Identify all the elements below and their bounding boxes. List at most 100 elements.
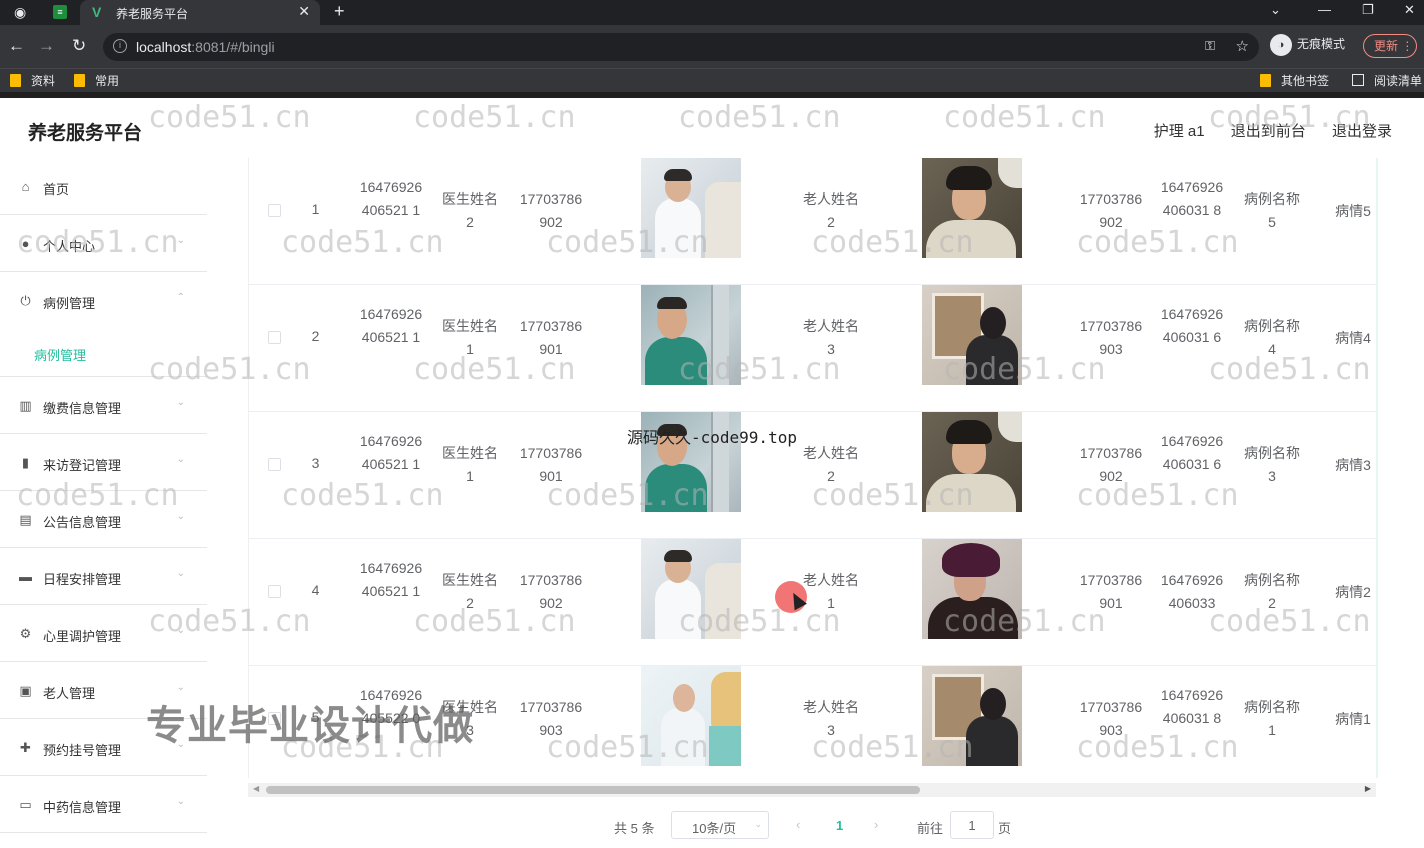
row-checkbox[interactable]: [268, 458, 281, 471]
row-index: 3: [311, 455, 320, 471]
globe-icon[interactable]: ◉: [14, 4, 30, 20]
document-icon: ▣: [19, 683, 32, 698]
reload-icon[interactable]: ↻: [72, 36, 86, 56]
elder-name: 老人姓名 1: [803, 572, 859, 611]
card-icon: ▭: [19, 797, 32, 812]
sidebar-item-payment[interactable]: ▥ 缴费信息管理 ⌄: [0, 377, 207, 434]
chevron-down-icon: ⌄: [176, 568, 185, 579]
header-links: 护理 a1 退出到前台 退出登录: [1132, 120, 1392, 141]
sidebar-item-schedule[interactable]: ▬ 日程安排管理 ⌄: [0, 548, 207, 605]
elder-photo[interactable]: [922, 412, 1022, 512]
restore-icon[interactable]: ❐: [1362, 2, 1374, 18]
table-row: 2 16476926406521 1 医生姓名 1 17703786901 老人…: [249, 285, 1376, 412]
elder-photo[interactable]: [922, 666, 1022, 766]
case-code: 16476926406033: [1160, 572, 1224, 611]
update-button[interactable]: 更新 ⋮: [1363, 34, 1417, 58]
elder-name: 老人姓名 2: [803, 191, 859, 230]
sidebar-item-label: 首页: [43, 182, 70, 197]
row-checkbox[interactable]: [268, 204, 281, 217]
chevron-down-icon: ⌄: [176, 397, 185, 408]
sidebar-item-home[interactable]: ⌂ 首页: [0, 158, 207, 215]
key-icon[interactable]: ⚿: [1205, 38, 1215, 54]
sidebar-item-cases[interactable]: ⏻ 病例管理 ⌃: [0, 272, 207, 329]
incognito-indicator[interactable]: ◑ 无痕模式: [1270, 34, 1345, 56]
condition: 病情5: [1335, 203, 1371, 219]
reading-list[interactable]: 阅读清单: [1352, 72, 1422, 89]
new-tab-icon[interactable]: +: [334, 1, 345, 22]
next-page-icon[interactable]: ›: [874, 817, 878, 832]
condition: 病情1: [1335, 711, 1371, 727]
goto-page-input[interactable]: 1: [950, 811, 994, 839]
doctor-name: 医生姓名 2: [442, 572, 498, 611]
forward-icon[interactable]: →: [38, 36, 55, 56]
goto-label: 前往: [917, 821, 944, 836]
vue-logo-icon: V: [92, 4, 102, 20]
sidebar-item-label: 老人管理: [43, 686, 96, 701]
page-number[interactable]: 1: [836, 818, 843, 833]
browser-tab[interactable]: V 养老服务平台 ✕: [80, 0, 320, 25]
scrollbar-thumb[interactable]: [266, 786, 920, 794]
tab-search-icon[interactable]: ⌄: [1270, 2, 1281, 18]
doctor-photo[interactable]: [641, 539, 741, 639]
table-row: 3 16476926406521 1 医生姓名 1 17703786901 老人…: [249, 412, 1376, 539]
case-name: 病例名称 3: [1244, 445, 1300, 484]
sidebar-item-label: 日程安排管理: [43, 572, 122, 587]
elder-name: 老人姓名 2: [803, 445, 859, 484]
case-name: 病例名称 1: [1244, 699, 1300, 738]
sidebar-item-notices[interactable]: ▤ 公告信息管理 ⌄: [0, 491, 207, 548]
tab-title: 养老服务平台: [116, 7, 189, 21]
to-front-link[interactable]: 退出到前台: [1231, 123, 1306, 140]
doctor-name: 医生姓名 1: [442, 445, 498, 484]
doctor-photo[interactable]: [641, 285, 741, 385]
page-size-select[interactable]: 10条/页 ⌄: [671, 811, 769, 839]
sidebar-item-medicine[interactable]: ▭ 中药信息管理 ⌄: [0, 776, 207, 833]
doctor-photo[interactable]: [641, 666, 741, 766]
incognito-icon: ◑: [1270, 34, 1292, 56]
elder-photo[interactable]: [922, 539, 1022, 639]
back-icon[interactable]: ←: [8, 36, 25, 56]
chevron-down-icon: ⌄: [176, 454, 185, 465]
table-row: 1 16476926406521 1 医生姓名 2 17703786902 老人…: [249, 158, 1376, 285]
prev-page-icon[interactable]: ‹: [796, 817, 800, 832]
home-icon: ⌂: [21, 179, 30, 194]
elder-phone: 17703786902: [1079, 191, 1143, 230]
elder-photo[interactable]: [922, 158, 1022, 258]
logout-link[interactable]: 退出登录: [1332, 123, 1392, 140]
doctor-phone: 17703786901: [519, 318, 583, 357]
close-window-icon[interactable]: ✕: [1404, 2, 1415, 18]
other-bookmarks[interactable]: 其他书签: [1260, 72, 1329, 89]
sidebar-item-profile[interactable]: ● 个人中心 ⌄: [0, 215, 207, 272]
case-name: 病例名称 5: [1244, 191, 1300, 230]
scroll-right-icon[interactable]: ▶: [1365, 784, 1371, 793]
row-checkbox[interactable]: [268, 585, 281, 598]
sidebar-subitem-cases[interactable]: 病例管理: [0, 329, 207, 377]
chevron-down-icon: ⌄: [176, 235, 185, 246]
star-icon[interactable]: ☆: [1236, 37, 1249, 55]
doctor-name: 医生姓名 1: [442, 318, 498, 357]
row-index: 2: [311, 328, 320, 344]
url-field[interactable]: i localhost:8081/#/bingli ⚿ ☆: [103, 33, 1259, 61]
close-tab-icon[interactable]: ✕: [298, 3, 310, 20]
sheet-icon[interactable]: ≡: [53, 5, 67, 19]
chevron-down-icon: ⌄: [176, 796, 185, 807]
doctor-photo[interactable]: [641, 158, 741, 258]
elder-photo[interactable]: [922, 285, 1022, 385]
page-suffix: 页: [998, 821, 1012, 836]
sidebar-item-label: 缴费信息管理: [43, 401, 122, 416]
elder-phone: 17703786902: [1079, 445, 1143, 484]
info-icon[interactable]: i: [113, 39, 127, 53]
sidebar-item-label: 公告信息管理: [43, 515, 122, 530]
horizontal-scrollbar[interactable]: ◀ ▶: [248, 783, 1376, 797]
scroll-left-icon[interactable]: ◀: [253, 784, 259, 793]
sidebar-item-visits[interactable]: ▮ 来访登记管理 ⌄: [0, 434, 207, 491]
address-bar: ← → ↻ i localhost:8081/#/bingli ⚿ ☆ ◑ 无痕模…: [0, 25, 1424, 68]
row-checkbox[interactable]: [268, 331, 281, 344]
sidebar-item-label: 个人中心: [43, 239, 96, 254]
total-count: 共 5 条: [614, 821, 655, 836]
sidebar-item-label: 病例管理: [43, 296, 96, 311]
bookmark-folder[interactable]: 资料: [10, 72, 55, 89]
minimize-icon[interactable]: —: [1318, 2, 1331, 17]
briefcase-icon: ▬: [19, 569, 32, 584]
sidebar-item-care[interactable]: ⚙ 心里调护管理 ⌄: [0, 605, 207, 662]
bookmark-folder[interactable]: 常用: [74, 72, 119, 89]
